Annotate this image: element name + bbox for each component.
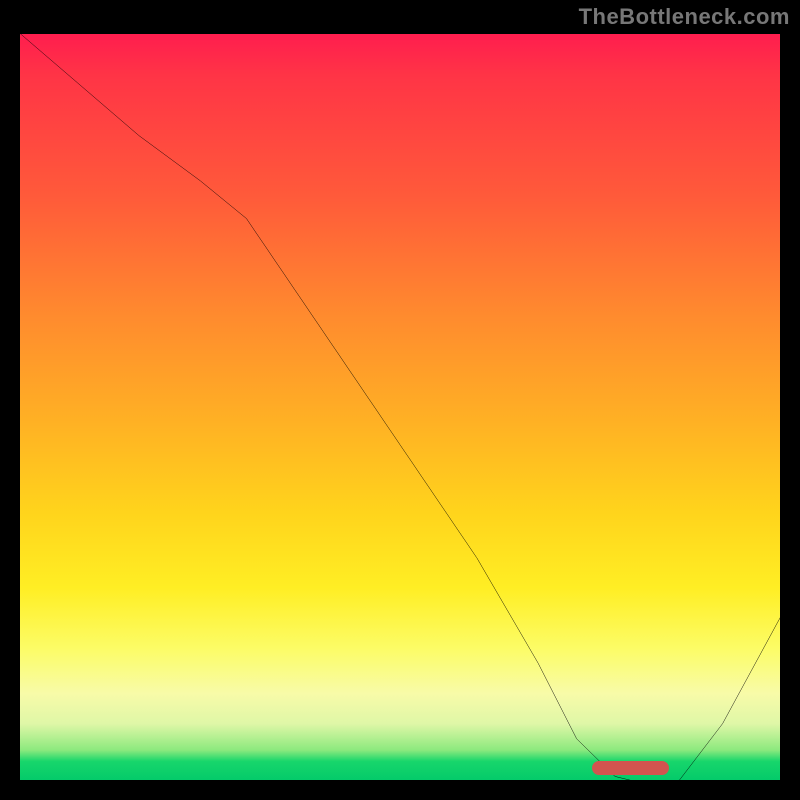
optimal-marker: [592, 761, 669, 775]
watermark-text: TheBottleneck.com: [579, 4, 790, 30]
plot-area: [16, 30, 784, 784]
chart-frame: TheBottleneck.com: [0, 0, 800, 800]
plot-gradient: [16, 30, 784, 784]
